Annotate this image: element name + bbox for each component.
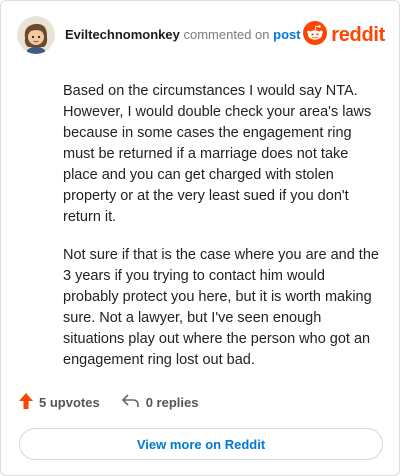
comment-meta: Eviltechnomonkey commented on post [65,27,301,43]
view-more-button[interactable]: View more on Reddit [19,428,383,460]
comment-footer: 5 upvotes 0 replies [19,393,220,412]
reddit-brand[interactable]: reddit [303,20,385,50]
comment-card: Eviltechnomonkey commented on post reddi… [0,0,400,476]
reply-count: 0 replies [145,395,199,410]
reply-stat[interactable]: 0 replies [121,394,199,411]
comment-paragraph: Not sure if that is the case where you a… [63,247,379,368]
comment-body: Based on the circumstances I would say N… [63,81,381,388]
reddit-snoo-icon [303,20,328,50]
upvote-arrow-icon[interactable] [19,393,33,412]
user-avatar[interactable] [17,16,55,54]
comment-header: Eviltechnomonkey commented on post reddi… [17,15,385,55]
post-link[interactable]: post [273,27,300,42]
reddit-wordmark: reddit [331,23,385,46]
upvote-stat[interactable]: 5 upvotes [19,393,100,412]
upvote-count: 5 upvotes [39,395,100,410]
author-name[interactable]: Eviltechnomonkey [65,27,180,42]
reply-arrow-icon[interactable] [121,394,140,411]
action-text: commented on [183,27,270,42]
comment-paragraph: Based on the circumstances I would say N… [63,83,372,225]
